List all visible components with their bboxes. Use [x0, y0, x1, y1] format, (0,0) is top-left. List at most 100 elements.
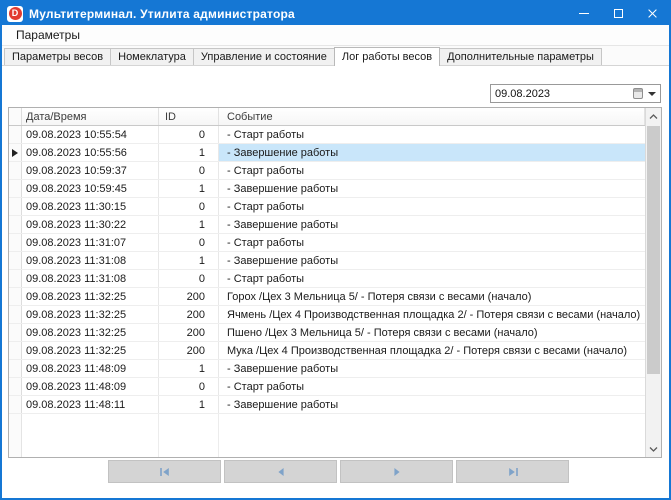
- cell-datetime: 09.08.2023 11:31:07: [22, 234, 159, 251]
- row-indicator-cell: [9, 396, 22, 413]
- cell-event: - Завершение работы: [219, 396, 645, 413]
- cell-event: - Завершение работы: [219, 216, 645, 233]
- scrollbar-thumb[interactable]: [647, 126, 660, 374]
- table-row[interactable]: 09.08.2023 11:32:25 200 Горох /Цех 3 Мел…: [9, 288, 645, 306]
- cell-id: 1: [159, 396, 219, 413]
- close-icon: [647, 8, 658, 19]
- cell-datetime: 09.08.2023 11:30:22: [22, 216, 159, 233]
- minimize-button[interactable]: [567, 2, 601, 25]
- log-table: Дата/Время ID Событие 09.08.2023 10:55:5…: [8, 107, 662, 458]
- column-header-id[interactable]: ID: [159, 108, 219, 125]
- table-row[interactable]: 09.08.2023 11:48:09 0 - Старт работы: [9, 378, 645, 396]
- last-page-icon: [507, 467, 519, 477]
- cell-event: - Старт работы: [219, 126, 645, 143]
- cell-id: 0: [159, 234, 219, 251]
- maximize-icon: [614, 9, 623, 18]
- tab-nomenclature[interactable]: Номеклатура: [110, 48, 194, 65]
- table-row[interactable]: 09.08.2023 11:31:08 0 - Старт работы: [9, 270, 645, 288]
- cell-id: 1: [159, 252, 219, 269]
- table-row[interactable]: 09.08.2023 11:32:25 200 Ячмень /Цех 4 Пр…: [9, 306, 645, 324]
- cell-event: - Завершение работы: [219, 144, 645, 161]
- date-filter-value: 09.08.2023: [495, 88, 550, 100]
- cell-event: - Старт работы: [219, 378, 645, 395]
- cell-id: 0: [159, 162, 219, 179]
- row-indicator-cell: [9, 324, 22, 341]
- table-row[interactable]: 09.08.2023 11:48:09 1 - Завершение работ…: [9, 360, 645, 378]
- table-row[interactable]: 09.08.2023 11:30:15 0 - Старт работы: [9, 198, 645, 216]
- minimize-icon: [579, 13, 589, 14]
- column-header-datetime[interactable]: Дата/Время: [22, 108, 159, 125]
- cell-event: - Завершение работы: [219, 360, 645, 377]
- log-table-header: Дата/Время ID Событие: [9, 108, 645, 126]
- current-row-marker-icon: [12, 149, 18, 157]
- next-page-icon: [391, 467, 403, 477]
- row-indicator-cell: [9, 360, 22, 377]
- table-row[interactable]: 09.08.2023 11:32:25 200 Мука /Цех 4 Прои…: [9, 342, 645, 360]
- cell-id: 200: [159, 288, 219, 305]
- cell-event: - Старт работы: [219, 270, 645, 287]
- previous-page-icon: [275, 467, 287, 477]
- tab-scale-log[interactable]: Лог работы весов: [334, 47, 440, 66]
- date-filter-field[interactable]: 09.08.2023: [490, 84, 661, 103]
- cell-datetime: 09.08.2023 11:32:25: [22, 288, 159, 305]
- cell-event: - Старт работы: [219, 234, 645, 251]
- calendar-icon: [633, 88, 643, 99]
- cell-event: Горох /Цех 3 Мельница 5/ - Потеря связи …: [219, 288, 645, 305]
- cell-id: 0: [159, 270, 219, 287]
- grid-empty-area: [9, 414, 645, 457]
- table-row[interactable]: 09.08.2023 10:59:37 0 - Старт работы: [9, 162, 645, 180]
- row-indicator-cell: [9, 378, 22, 395]
- cell-datetime: 09.08.2023 10:59:45: [22, 180, 159, 197]
- window-controls: [567, 2, 669, 25]
- app-window: D Мультитерминал. Утилита администратора…: [0, 0, 671, 500]
- previous-page-button[interactable]: [224, 460, 337, 483]
- close-button[interactable]: [635, 2, 669, 25]
- row-indicator-column-header: [9, 108, 22, 125]
- table-row[interactable]: 09.08.2023 10:55:54 0 - Старт работы: [9, 126, 645, 144]
- column-header-event[interactable]: Событие: [219, 108, 645, 125]
- cell-datetime: 09.08.2023 11:30:15: [22, 198, 159, 215]
- tab-additional-parameters[interactable]: Дополнительные параметры: [439, 48, 602, 65]
- title-bar: D Мультитерминал. Утилита администратора: [2, 2, 669, 25]
- cell-id: 200: [159, 324, 219, 341]
- cell-id: 200: [159, 342, 219, 359]
- tab-scale-parameters[interactable]: Параметры весов: [4, 48, 111, 65]
- app-icon-letter: D: [9, 7, 22, 20]
- chevron-up-icon: [649, 114, 658, 120]
- table-row[interactable]: 09.08.2023 10:59:45 1 - Завершение работ…: [9, 180, 645, 198]
- row-indicator-cell: [9, 180, 22, 197]
- cell-datetime: 09.08.2023 11:31:08: [22, 270, 159, 287]
- table-row[interactable]: 09.08.2023 11:32:25 200 Пшено /Цех 3 Мел…: [9, 324, 645, 342]
- window-title: Мультитерминал. Утилита администратора: [29, 7, 295, 21]
- scroll-up-button[interactable]: [646, 108, 661, 125]
- row-indicator-cell: [9, 342, 22, 359]
- first-page-button[interactable]: [108, 460, 221, 483]
- menu-item-parameters[interactable]: Параметры: [10, 26, 86, 44]
- cell-datetime: 09.08.2023 11:48:09: [22, 378, 159, 395]
- row-indicator-cell: [9, 126, 22, 143]
- table-row[interactable]: 09.08.2023 11:31:07 0 - Старт работы: [9, 234, 645, 252]
- row-indicator-cell: [9, 270, 22, 287]
- vertical-scrollbar[interactable]: [645, 108, 661, 457]
- app-icon: D: [7, 6, 23, 22]
- record-navigator: [108, 460, 569, 483]
- dropdown-arrow-icon[interactable]: [648, 92, 656, 96]
- tab-control-and-state[interactable]: Управление и состояние: [193, 48, 335, 65]
- cell-id: 1: [159, 360, 219, 377]
- table-row[interactable]: 09.08.2023 11:48:11 1 - Завершение работ…: [9, 396, 645, 414]
- cell-datetime: 09.08.2023 11:48:11: [22, 396, 159, 413]
- cell-datetime: 09.08.2023 11:32:25: [22, 324, 159, 341]
- tab-bar: Параметры весов Номеклатура Управление и…: [2, 46, 669, 65]
- cell-datetime: 09.08.2023 11:48:09: [22, 360, 159, 377]
- maximize-button[interactable]: [601, 2, 635, 25]
- next-page-button[interactable]: [340, 460, 453, 483]
- cell-event: Мука /Цех 4 Производственная площадка 2/…: [219, 342, 645, 359]
- last-page-button[interactable]: [456, 460, 569, 483]
- cell-id: 200: [159, 306, 219, 323]
- table-row[interactable]: 09.08.2023 11:30:22 1 - Завершение работ…: [9, 216, 645, 234]
- table-row[interactable]: 09.08.2023 10:55:56 1 - Завершение работ…: [9, 144, 645, 162]
- scroll-down-button[interactable]: [646, 440, 661, 457]
- table-row[interactable]: 09.08.2023 11:31:08 1 - Завершение работ…: [9, 252, 645, 270]
- cell-id: 0: [159, 378, 219, 395]
- row-indicator-cell: [9, 144, 22, 161]
